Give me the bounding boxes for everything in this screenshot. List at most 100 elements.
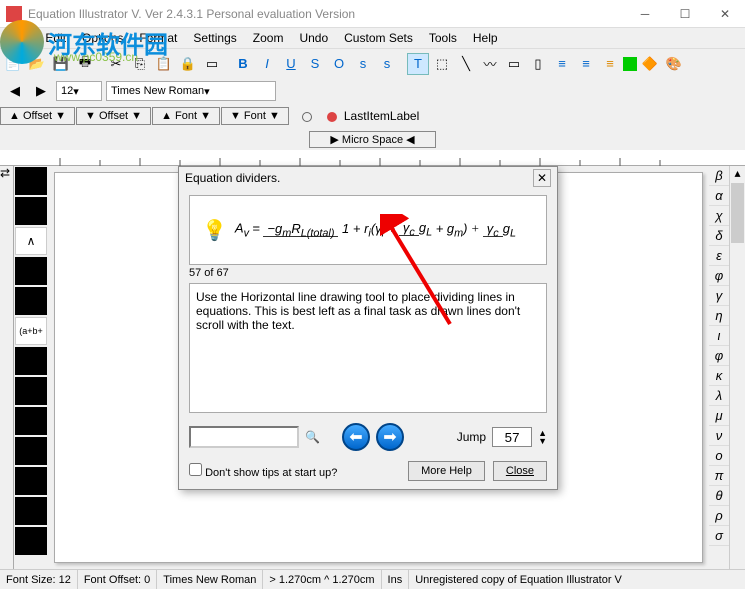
greek-gamma[interactable]: γ (709, 286, 729, 306)
pal-item-expr[interactable]: (a+b+ (15, 317, 47, 345)
prev-tip-button[interactable]: ⬅ (342, 423, 370, 451)
dialog-titlebar[interactable]: Equation dividers. ✕ (179, 167, 557, 189)
offset-bar: ▲ Offset ▼ ▼ Offset ▼ ▲ Font ▼ ▼ Font ▼ … (0, 104, 745, 128)
pal-item[interactable] (15, 167, 47, 195)
subscript-icon[interactable]: s (376, 53, 398, 75)
paste-icon[interactable]: 📋 (153, 53, 175, 75)
greek-chi[interactable]: χ (709, 206, 729, 226)
blank-icon[interactable]: ▯ (527, 53, 549, 75)
menu-options[interactable]: Options (76, 29, 129, 47)
close-button[interactable]: ✕ (705, 0, 745, 28)
text-tool-icon[interactable]: T (407, 53, 429, 75)
align-left-icon[interactable]: ≡ (551, 53, 573, 75)
greek-phi[interactable]: φ (709, 266, 729, 286)
menu-file[interactable]: File (4, 29, 35, 47)
more-help-button[interactable]: More Help (408, 461, 485, 481)
menu-settings[interactable]: Settings (187, 29, 242, 47)
pal-item[interactable] (15, 527, 47, 555)
dont-show-checkbox[interactable]: Don't show tips at start up? (189, 463, 337, 479)
tip-text[interactable]: Use the Horizontal line drawing tool to … (189, 283, 547, 413)
greek-delta[interactable]: δ (709, 226, 729, 246)
greek-nu[interactable]: ν (709, 426, 729, 446)
menu-custom-sets[interactable]: Custom Sets (338, 29, 419, 47)
open-icon[interactable]: 📂 (26, 53, 48, 75)
greek-theta[interactable]: θ (709, 486, 729, 506)
greek-beta[interactable]: β (709, 166, 729, 186)
new-icon[interactable]: 📄 (2, 53, 24, 75)
menu-edit[interactable]: Edit (39, 29, 72, 47)
pal-item[interactable] (15, 197, 47, 225)
pal-item[interactable] (15, 407, 47, 435)
curve-icon[interactable]: 〰 (479, 53, 501, 75)
search-icon[interactable]: 🔍 (305, 430, 320, 444)
menu-help[interactable]: Help (467, 29, 504, 47)
greek-omicron[interactable]: ο (709, 446, 729, 466)
greek-rho[interactable]: ρ (709, 506, 729, 526)
scrollbar-vertical[interactable]: ▴ (729, 166, 745, 569)
watermark-url: www.pc0359.cn (54, 50, 138, 64)
greek-lambda[interactable]: λ (709, 386, 729, 406)
greek-varphi[interactable]: φ (709, 346, 729, 366)
pal-item[interactable] (15, 377, 47, 405)
micro-space-button[interactable]: ▶ Micro Space ◀ (309, 131, 435, 148)
menu-format[interactable]: Format (133, 29, 183, 47)
nav-next-icon[interactable]: ▶ (30, 80, 52, 102)
overline-icon[interactable]: O (328, 53, 350, 75)
maximize-button[interactable]: ☐ (665, 0, 705, 28)
nav-prev-icon[interactable]: ◀ (4, 80, 26, 102)
underline-icon[interactable]: U (280, 53, 302, 75)
rect-icon[interactable]: ▭ (503, 53, 525, 75)
greek-sigma[interactable]: σ (709, 526, 729, 546)
dialog-close-icon[interactable]: ✕ (533, 169, 551, 187)
jump-spinner[interactable]: ▲▼ (538, 429, 547, 445)
select-icon[interactable]: ⬚ (431, 53, 453, 75)
greek-pi[interactable]: π (709, 466, 729, 486)
menu-tools[interactable]: Tools (423, 29, 463, 47)
greek-eta[interactable]: η (709, 306, 729, 326)
font-down-button[interactable]: ▼ Font ▼ (221, 107, 289, 125)
window-title: Equation Illustrator V. Ver 2.4.3.1 Pers… (28, 7, 625, 21)
next-tip-button[interactable]: ➡ (376, 423, 404, 451)
font-up-button[interactable]: ▲ Font ▼ (152, 107, 220, 125)
page-icon[interactable]: ▭ (201, 53, 223, 75)
fontname-combo[interactable]: Times New Roman ▾ (106, 81, 276, 101)
pal-item[interactable] (15, 467, 47, 495)
pal-item-and[interactable]: ∧ (15, 227, 47, 255)
pal-item[interactable] (15, 287, 47, 315)
smallcaps-icon[interactable]: s (352, 53, 374, 75)
strike-icon[interactable]: S (304, 53, 326, 75)
align-list-icon[interactable]: ≡ (599, 53, 621, 75)
greek-mu[interactable]: μ (709, 406, 729, 426)
color1-icon[interactable] (623, 57, 637, 71)
menu-undo[interactable]: Undo (293, 29, 334, 47)
fontsize-combo[interactable]: 12 ▾ (56, 81, 102, 101)
line-icon[interactable]: ╲ (455, 53, 477, 75)
offset-up-button[interactable]: ▲ Offset ▼ (0, 107, 75, 125)
greek-kappa[interactable]: κ (709, 366, 729, 386)
color2-icon[interactable]: 🔶 (639, 53, 661, 75)
radio-a[interactable] (302, 109, 315, 123)
minimize-button[interactable]: ─ (625, 0, 665, 28)
pal-item[interactable] (15, 257, 47, 285)
greek-epsilon[interactable]: ε (709, 246, 729, 266)
ruler-horizontal[interactable] (0, 150, 745, 166)
greek-alpha[interactable]: α (709, 186, 729, 206)
pal-item[interactable] (15, 497, 47, 525)
ruler-vertical[interactable]: ⇄ (0, 166, 14, 569)
search-input[interactable] (189, 426, 299, 448)
pal-item[interactable] (15, 437, 47, 465)
align-center-icon[interactable]: ≡ (575, 53, 597, 75)
jump-input[interactable] (492, 427, 532, 447)
close-button[interactable]: Close (493, 461, 547, 481)
palette-icon[interactable]: 🎨 (663, 53, 685, 75)
statusbar: Font Size: 12 Font Offset: 0 Times New R… (0, 569, 745, 589)
menu-zoom[interactable]: Zoom (247, 29, 290, 47)
radio-b[interactable] (327, 109, 340, 123)
greek-iota[interactable]: ι (709, 326, 729, 346)
italic-icon[interactable]: I (256, 53, 278, 75)
pal-item[interactable] (15, 347, 47, 375)
toolbar-font: ◀ ▶ 12 ▾ Times New Roman ▾ (0, 78, 745, 104)
bold-icon[interactable]: B (232, 53, 254, 75)
offset-down-button[interactable]: ▼ Offset ▼ (76, 107, 151, 125)
lock-icon[interactable]: 🔒 (177, 53, 199, 75)
